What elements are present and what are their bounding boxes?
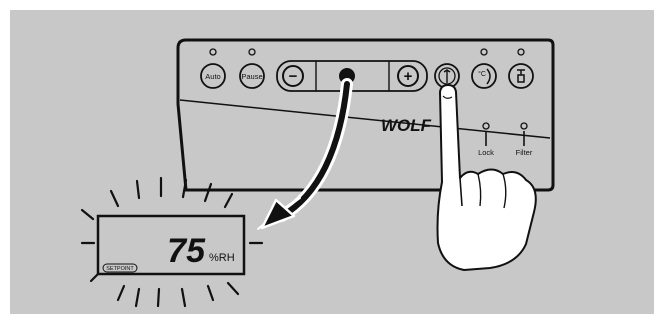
plus-button[interactable]: + (397, 65, 419, 87)
minus-button[interactable]: − (282, 65, 304, 87)
pause-button-label: Pause (241, 72, 262, 81)
boost-led-icon (517, 48, 525, 56)
pause-button[interactable]: Pause (239, 63, 265, 89)
auto-button-label: Auto (205, 72, 220, 81)
temp-button[interactable]: °C (471, 63, 497, 89)
instruction-diagram: Auto Pause − + °C WOLF Lock Filter 75 %R… (0, 0, 662, 322)
lock-led-icon (482, 122, 490, 130)
boost-button[interactable] (508, 63, 534, 89)
diagram-canvas: Auto Pause − + °C WOLF Lock Filter 75 %R… (10, 10, 654, 314)
control-panel: Auto Pause − + °C WOLF Lock Filter (176, 38, 555, 192)
auto-led-icon (209, 48, 217, 56)
filter-led-icon (520, 122, 528, 130)
setpoint-badge-label: SETPOINT (106, 266, 134, 272)
temp-led-icon (480, 48, 488, 56)
temp-button-label: °C (478, 70, 486, 78)
pause-led-icon (248, 48, 256, 56)
plus-button-label: + (404, 68, 413, 85)
minus-button-label: − (289, 68, 298, 85)
auto-button[interactable]: Auto (200, 63, 226, 89)
filter-label: Filter (516, 148, 533, 157)
humidity-value: 75 (167, 232, 206, 270)
humidity-unit: %RH (209, 252, 235, 264)
brand-logo: WOLF (381, 116, 432, 135)
lock-label: Lock (478, 148, 494, 157)
